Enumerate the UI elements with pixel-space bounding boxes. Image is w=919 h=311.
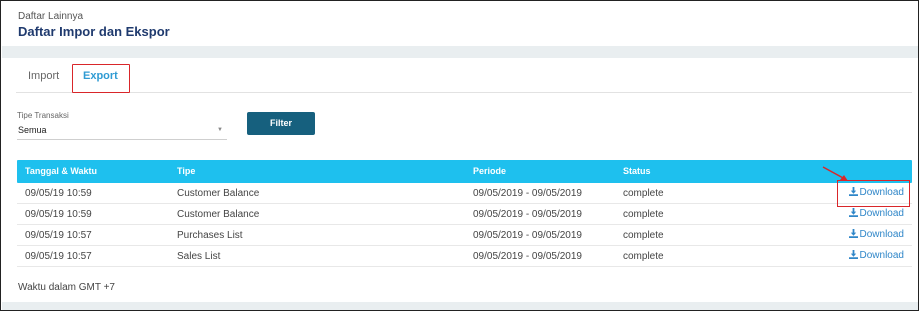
table-row: 09/05/19 10:59 Customer Balance 09/05/20… xyxy=(17,204,912,225)
transaction-type-label: Tipe Transaksi xyxy=(17,111,69,120)
table-row: 09/05/19 10:57 Purchases List 09/05/2019… xyxy=(17,225,912,246)
cell-date: 09/05/19 10:59 xyxy=(25,188,92,199)
header-divider-band xyxy=(2,46,918,58)
column-header-status: Status xyxy=(623,166,651,176)
page-title: Daftar Impor dan Ekspor xyxy=(18,24,170,39)
cell-period: 09/05/2019 - 09/05/2019 xyxy=(473,209,582,220)
timezone-note: Waktu dalam GMT +7 xyxy=(18,282,115,293)
cell-period: 09/05/2019 - 09/05/2019 xyxy=(473,188,582,199)
annotation-arrow-icon xyxy=(822,166,848,181)
download-label: Download xyxy=(859,208,904,219)
download-icon xyxy=(848,229,858,238)
download-link[interactable]: Download xyxy=(848,250,904,261)
cell-date: 09/05/19 10:57 xyxy=(25,230,92,241)
download-link[interactable]: Download xyxy=(848,208,904,219)
export-table: Tanggal & Waktu Tipe Periode Status 09/0… xyxy=(17,160,912,267)
download-label: Download xyxy=(859,229,904,240)
cell-date: 09/05/19 10:57 xyxy=(25,251,92,262)
cell-status: complete xyxy=(623,188,664,199)
tab-import[interactable]: Import xyxy=(28,70,59,82)
cell-status: complete xyxy=(623,230,664,241)
column-header-date: Tanggal & Waktu xyxy=(25,166,97,176)
cell-type: Customer Balance xyxy=(177,209,260,220)
table-row: 09/05/19 10:57 Sales List 09/05/2019 - 0… xyxy=(17,246,912,267)
cell-status: complete xyxy=(623,209,664,220)
cell-type: Customer Balance xyxy=(177,188,260,199)
download-icon xyxy=(848,208,858,217)
tab-bar: Import Export xyxy=(16,64,912,93)
download-link[interactable]: Download xyxy=(848,229,904,240)
cell-type: Purchases List xyxy=(177,230,243,241)
filter-button[interactable]: Filter xyxy=(247,112,315,135)
table-row: 09/05/19 10:59 Customer Balance 09/05/20… xyxy=(17,183,912,204)
cell-date: 09/05/19 10:59 xyxy=(25,209,92,220)
download-icon xyxy=(848,250,858,259)
footer-band xyxy=(2,302,918,310)
cell-period: 09/05/2019 - 09/05/2019 xyxy=(473,230,582,241)
column-header-type: Tipe xyxy=(177,166,196,176)
app-frame: Daftar Lainnya Daftar Impor dan Ekspor I… xyxy=(0,0,919,311)
column-header-period: Periode xyxy=(473,166,507,176)
cell-type: Sales List xyxy=(177,251,221,262)
download-label: Download xyxy=(859,250,904,261)
table-header: Tanggal & Waktu Tipe Periode Status xyxy=(17,160,912,183)
cell-period: 09/05/2019 - 09/05/2019 xyxy=(473,251,582,262)
transaction-type-value: Semua xyxy=(18,125,47,135)
cell-status: complete xyxy=(623,251,664,262)
caret-down-icon: ▼ xyxy=(217,127,223,133)
page-header: Daftar Lainnya Daftar Impor dan Ekspor xyxy=(2,2,918,46)
breadcrumb[interactable]: Daftar Lainnya xyxy=(18,11,83,22)
tab-export[interactable]: Export xyxy=(83,70,118,82)
transaction-type-select[interactable]: Semua ▼ xyxy=(17,121,227,140)
